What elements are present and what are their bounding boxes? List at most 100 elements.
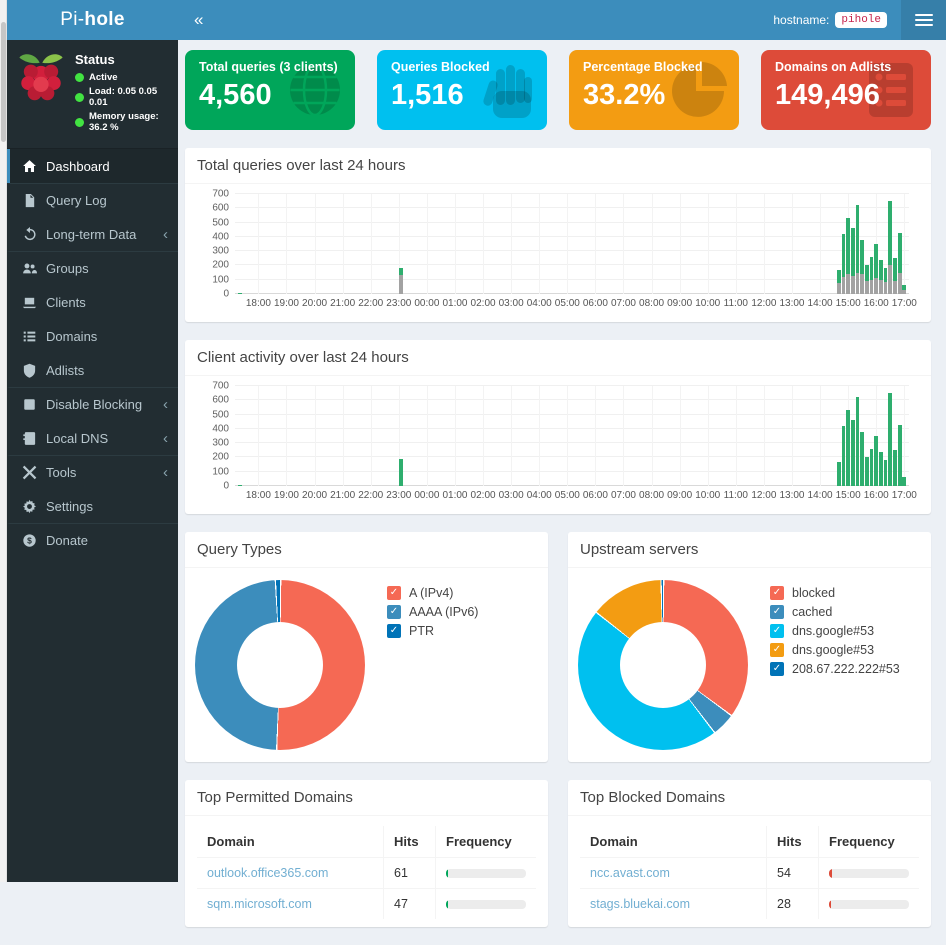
chart-bar-segment-permitted (865, 265, 869, 281)
stat-card[interactable]: Percentage Blocked33.2% (569, 50, 739, 130)
chart-bar (865, 194, 869, 294)
status-title: Status (75, 52, 170, 67)
legend-checkbox-icon: ✓ (387, 586, 401, 600)
chart-bar-segment-cached (842, 277, 846, 294)
sidebar-item-query-log[interactable]: Query Log (7, 183, 178, 217)
sidebar-item-donate[interactable]: $Donate (7, 523, 178, 557)
gridline (258, 386, 259, 486)
chart-bar (902, 386, 906, 486)
x-tick-label: 15:00 (836, 490, 861, 501)
legend-checkbox-icon: ✓ (770, 624, 784, 638)
x-tick-label: 16:00 (864, 490, 889, 501)
frequency-bar-fill (446, 900, 448, 909)
legend-item[interactable]: ✓blocked (770, 586, 900, 600)
legend-item[interactable]: ✓AAAA (IPv6) (387, 605, 478, 619)
gridline (567, 386, 568, 486)
x-tick-label: 19:00 (274, 490, 299, 501)
x-tick-label: 14:00 (808, 490, 833, 501)
sidebar-item-domains[interactable]: Domains (7, 319, 178, 353)
brand-logo[interactable]: Pi-hole (7, 0, 178, 40)
frequency-bar-fill (829, 900, 831, 909)
chart-title: Total queries over last 24 hours (185, 148, 931, 184)
legend-label: dns.google#53 (792, 643, 874, 657)
chart-bar (860, 194, 864, 294)
chart-bar-segment-client (898, 425, 902, 486)
frequency-bar (829, 869, 909, 878)
stat-card-value: 149,496 (775, 79, 917, 112)
sidebar-item-groups[interactable]: Groups (7, 251, 178, 285)
chevron-left-icon: ‹ (163, 431, 168, 446)
y-tick-label: 300 (191, 438, 229, 449)
sidebar-item-label: Domains (46, 329, 97, 344)
top-blocked-domains-box: Top Blocked Domains DomainHitsFrequencyn… (568, 780, 931, 927)
legend-checkbox-icon: ✓ (387, 605, 401, 619)
gridline (235, 399, 909, 400)
legend-checkbox-icon: ✓ (770, 605, 784, 619)
y-tick-label: 0 (191, 481, 229, 492)
x-tick-label: 05:00 (555, 490, 580, 501)
chart-bar (893, 386, 897, 486)
sidebar-item-disable-blocking[interactable]: Disable Blocking‹ (7, 387, 178, 421)
sidebar-item-dashboard[interactable]: Dashboard (7, 149, 178, 183)
stat-card-value: 4,560 (199, 79, 341, 112)
domain-link[interactable]: ncc.avast.com (590, 866, 670, 880)
chart-bar-segment-cached (860, 274, 864, 294)
table-header: DomainHitsFrequency (197, 826, 536, 858)
table-header-row: DomainHitsFrequency (580, 826, 919, 858)
legend-item[interactable]: ✓dns.google#53 (770, 643, 900, 657)
legend-item[interactable]: ✓cached (770, 605, 900, 619)
chart-bar-segment-client (842, 426, 846, 486)
stat-card[interactable]: Domains on Adlists149,496 (761, 50, 931, 130)
gridline (483, 194, 484, 294)
legend-item[interactable]: ✓dns.google#53 (770, 624, 900, 638)
sidebar-item-tools[interactable]: Tools‹ (7, 455, 178, 489)
chart-bar (860, 386, 864, 486)
legend-checkbox-icon: ✓ (770, 586, 784, 600)
gridline (483, 386, 484, 486)
top-permitted-domains-box: Top Permitted Domains DomainHitsFrequenc… (185, 780, 548, 927)
chevron-left-icon: ‹ (163, 465, 168, 480)
chart-bar (874, 194, 878, 294)
status-dot-icon (75, 93, 84, 102)
chart-x-axis: 18:0019:0020:0021:0022:0023:0000:0001:00… (235, 490, 909, 506)
chart-plot: 0100200300400500600700 (235, 386, 909, 486)
legend-item[interactable]: ✓PTR (387, 624, 478, 638)
sidebar-item-clients[interactable]: Clients (7, 285, 178, 319)
legend-label: PTR (409, 624, 434, 638)
browser-scrollbar[interactable] (0, 0, 7, 882)
scrollbar-thumb[interactable] (1, 22, 6, 142)
hamburger-menu-button[interactable] (901, 0, 946, 40)
chart-bar-segment-client (846, 410, 850, 486)
legend-item[interactable]: ✓208.67.222.222#53 (770, 662, 900, 676)
query-types-box: Query Types ✓A (IPv4)✓AAAA (IPv6)✓PTR (185, 532, 548, 762)
y-tick-label: 100 (191, 274, 229, 285)
domain-link[interactable]: sqm.microsoft.com (207, 897, 312, 911)
table-title: Top Permitted Domains (185, 780, 548, 816)
domain-link[interactable]: outlook.office365.com (207, 866, 328, 880)
chart-bar-segment-permitted (874, 244, 878, 278)
chart-bar-segment-permitted (888, 201, 892, 265)
domain-cell: ncc.avast.com (580, 858, 767, 889)
chart-bar-segment-cached (874, 278, 878, 294)
sidebar-item-local-dns[interactable]: Local DNS ‹ (7, 421, 178, 455)
legend-item[interactable]: ✓A (IPv4) (387, 586, 478, 600)
y-tick-label: 500 (191, 409, 229, 420)
frequency-bar (446, 869, 526, 878)
sidebar-item-adlists[interactable]: Adlists (7, 353, 178, 387)
hits-cell: 61 (384, 858, 436, 889)
domain-link[interactable]: stags.bluekai.com (590, 897, 690, 911)
sidebar-item-long-term-data[interactable]: Long-term Data‹ (7, 217, 178, 251)
sidebar-collapse-toggle[interactable]: « (178, 10, 219, 30)
status-panel: Status ActiveLoad: 0.05 0.05 0.01Memory … (7, 40, 178, 148)
stat-cards-row: Total queries (3 clients)4,560 Queries Bl… (185, 50, 931, 130)
stat-card[interactable]: Queries Blocked1,516 (377, 50, 547, 130)
stat-card[interactable]: Total queries (3 clients)4,560 (185, 50, 355, 130)
status-dot-icon (75, 73, 84, 82)
sidebar-item-label: Local DNS (46, 431, 108, 446)
gridline (427, 194, 428, 294)
chart-bar-segment-permitted (399, 268, 403, 276)
status-item: Load: 0.05 0.05 0.01 (75, 86, 170, 108)
chart-bar (851, 386, 855, 486)
y-tick-label: 600 (191, 203, 229, 214)
sidebar-item-settings[interactable]: Settings (7, 489, 178, 523)
